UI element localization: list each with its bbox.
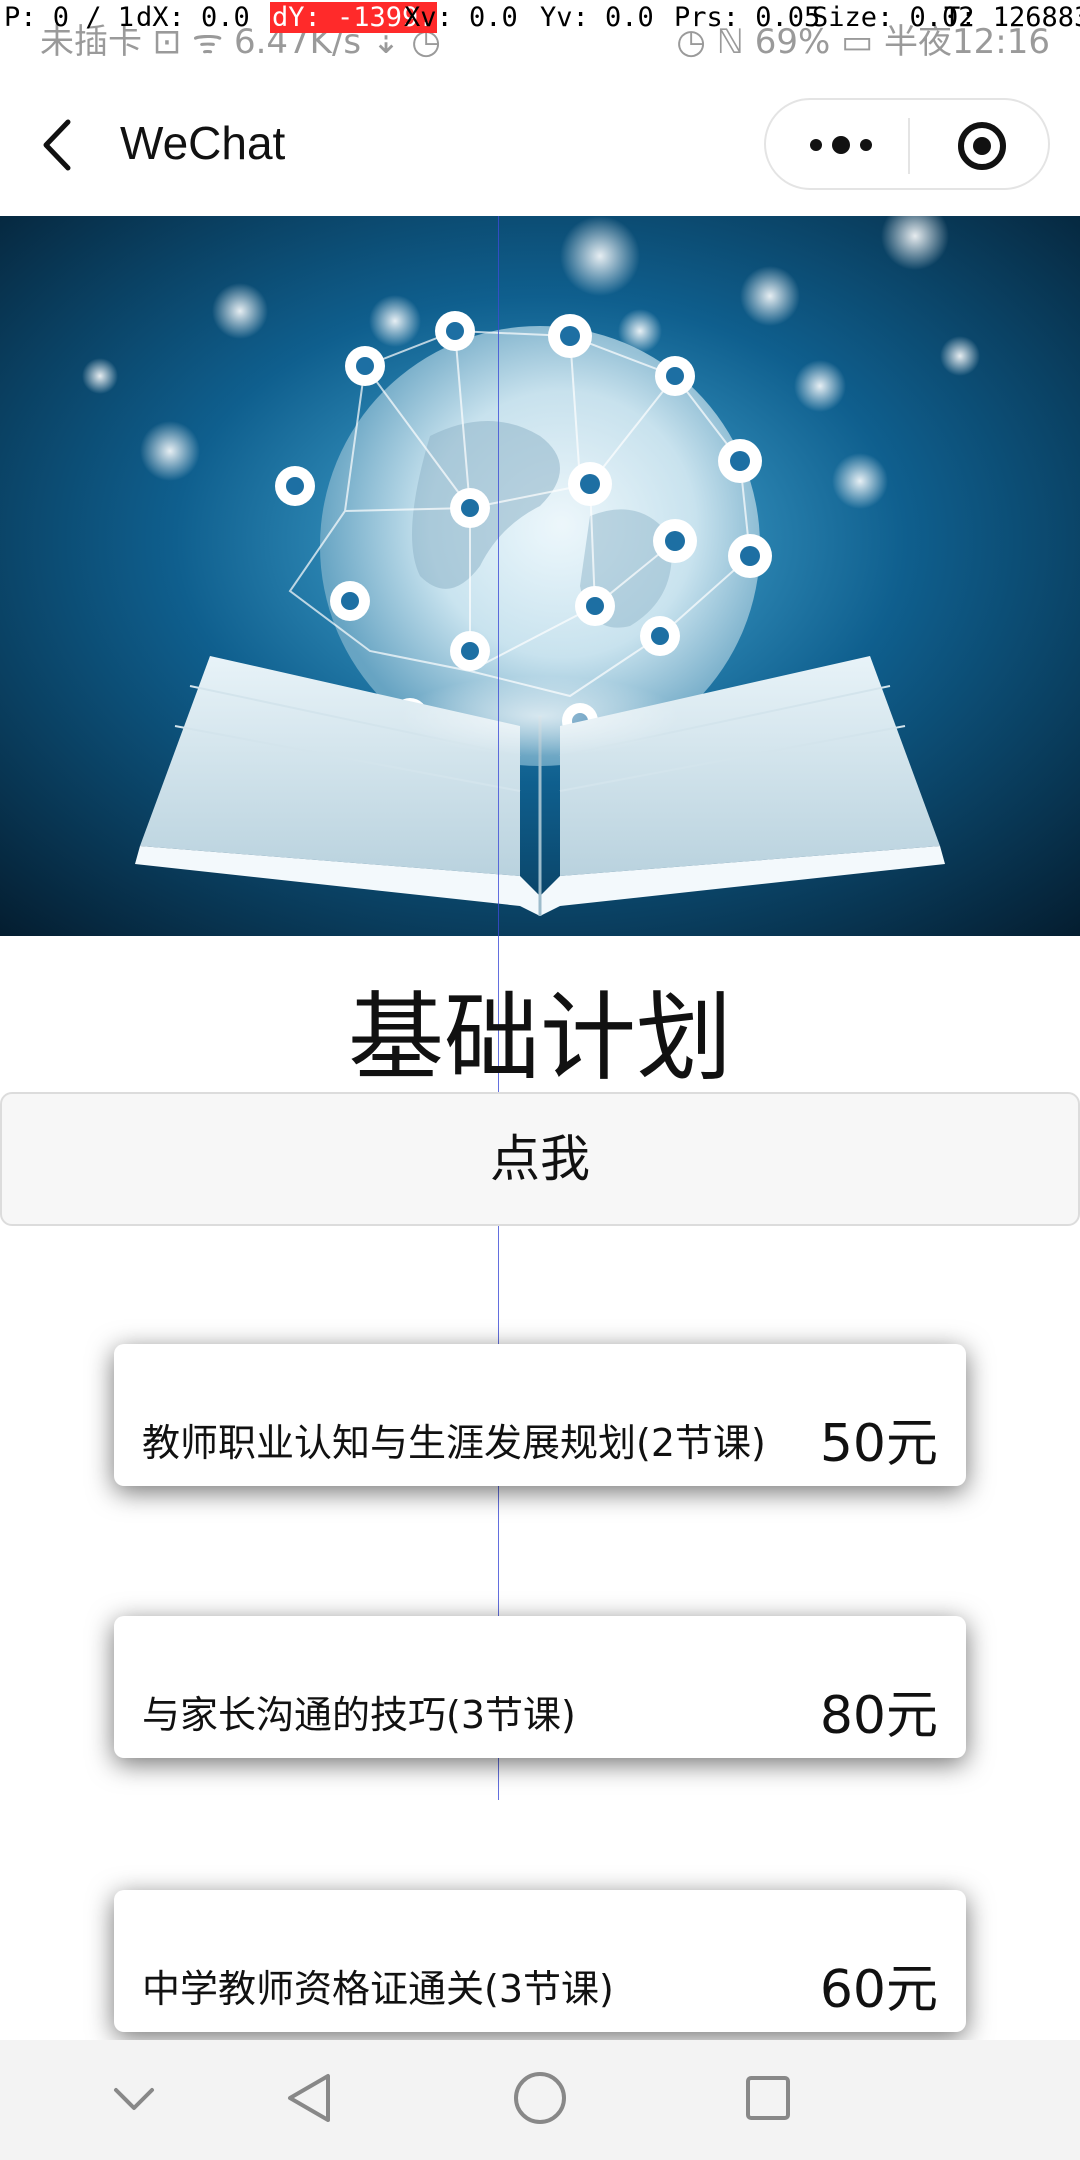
overlay-time: T: 126883 xyxy=(944,2,1080,33)
click-me-button[interactable]: 点我 xyxy=(0,1092,1080,1226)
home-circle-icon[interactable] xyxy=(512,2070,568,2126)
overlay-dx: dX: 0.0 xyxy=(136,2,250,33)
course-card[interactable]: 与家长沟通的技巧(3节课) 80元 xyxy=(114,1616,966,1758)
page-title: 基础计划 xyxy=(348,982,732,1094)
course-card[interactable]: 中学教师资格证通关(3节课) 60元 xyxy=(114,1890,966,2032)
more-dots-icon[interactable] xyxy=(806,130,876,160)
target-circle-icon[interactable] xyxy=(956,120,1008,172)
capsule-divider xyxy=(908,118,910,174)
course-name: 教师职业认知与生涯发展规划(2节课) xyxy=(142,1421,766,1465)
nav-title: WeChat xyxy=(120,117,286,169)
menu-capsule xyxy=(764,98,1050,190)
course-card[interactable]: 教师职业认知与生涯发展规划(2节课) 50元 xyxy=(114,1344,966,1486)
course-name: 中学教师资格证通关(3节课) xyxy=(142,1967,614,2011)
overlay-yv: Yv: 0.0 xyxy=(540,2,654,33)
course-price: 60元 xyxy=(819,1960,938,2020)
recents-square-icon[interactable] xyxy=(744,2074,792,2122)
chevron-down-icon[interactable] xyxy=(112,2084,156,2114)
course-name: 与家长沟通的技巧(3节课) xyxy=(142,1693,576,1737)
hero-banner-image xyxy=(0,216,1080,936)
pointer-location-overlay: P: 0 / 1 dX: 0.0 dY: -1399. Xv: 0.0 Yv: … xyxy=(0,0,1080,40)
system-navigation-bar xyxy=(0,2040,1080,2160)
overlay-xv: Xv: 0.0 xyxy=(404,2,518,33)
overlay-pointer-count: P: 0 / 1 xyxy=(4,2,135,33)
chevron-left-icon[interactable] xyxy=(38,118,78,172)
course-price: 50元 xyxy=(819,1414,938,1474)
back-triangle-icon[interactable] xyxy=(286,2072,332,2124)
course-price: 80元 xyxy=(819,1686,938,1746)
overlay-pressure: Prs: 0.05 xyxy=(674,2,821,33)
mini-program-nav-bar: WeChat xyxy=(0,72,1080,216)
